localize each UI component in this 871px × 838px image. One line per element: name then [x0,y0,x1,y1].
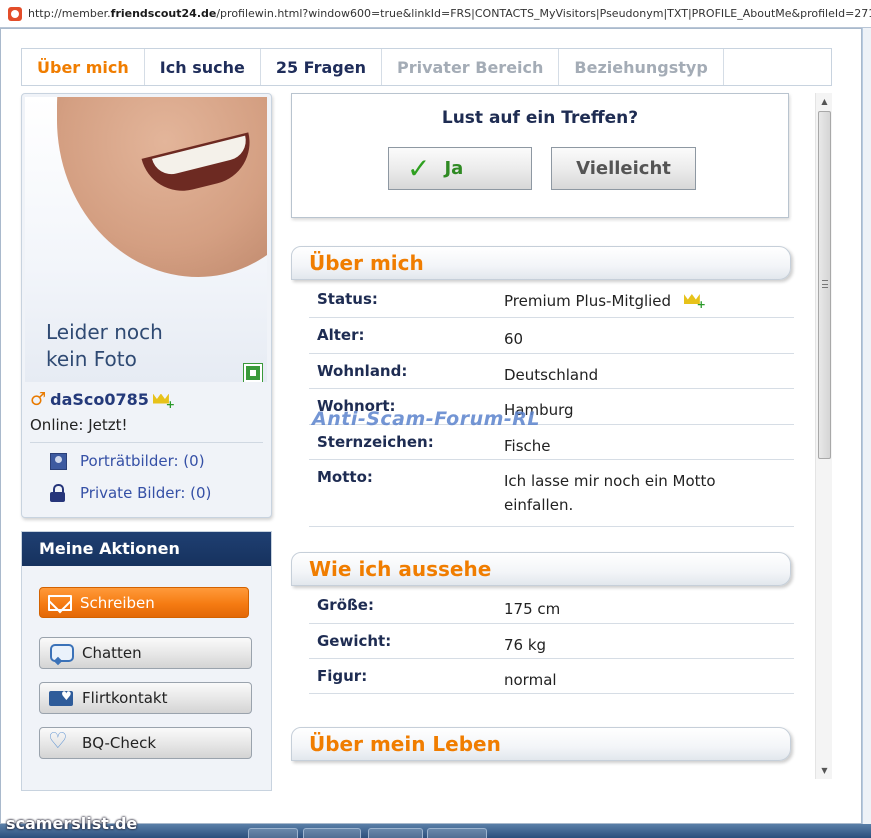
username-row: ♂ daSco0785 + [30,388,175,410]
section-about-life: Über mein Leben [291,727,791,761]
profile-tabs: Über mich Ich suche 25 Fragen Privater B… [21,48,832,86]
taskbar-item[interactable] [427,828,487,838]
profile-window: Über mich Ich suche 25 Fragen Privater B… [0,28,862,824]
table-row: Gewicht: 76 kg [309,624,794,659]
tab-beziehungstyp[interactable]: Beziehungstyp [559,49,724,85]
premium-crown-icon: + [683,292,706,310]
profile-card: Leider noch kein Foto ♂ daSco0785 + Onli… [21,93,272,518]
envelope-icon [48,594,72,611]
taskbar-item[interactable] [248,828,298,838]
tab-privater-bereich[interactable]: Privater Bereich [381,49,560,85]
heart-card-icon [48,688,74,708]
table-row: Alter: 60 [309,318,794,354]
maybe-button[interactable]: Vielleicht [551,147,696,190]
table-row: Motto: Ich lasse mir noch ein Motto einf… [309,460,794,527]
flirt-contact-button[interactable]: Flirtkontakt [39,682,252,714]
premium-crown-icon: + [152,392,175,410]
grip-icon [822,280,828,288]
table-row: Status: Premium Plus-Mitglied + [309,282,794,318]
scrollbar-thumb[interactable] [818,111,831,459]
my-actions-title: Meine Aktionen [22,532,271,566]
table-row: Figur: normal [309,659,794,694]
portrait-pictures-link[interactable]: Porträtbilder: (0) [50,452,205,470]
profile-placeholder-photo: Leider noch kein Foto [25,97,267,382]
tab-ueber-mich[interactable]: Über mich [22,49,145,85]
tab-ich-suche[interactable]: Ich suche [144,49,261,85]
smile-face-graphic [57,97,267,277]
table-row: Größe: 175 cm [309,588,794,624]
bq-check-button[interactable]: ♡ BQ-Check [39,727,252,759]
yes-button[interactable]: ✓ Ja [388,147,532,190]
chat-button[interactable]: Chatten [39,637,252,669]
url-text: http://member.friendscout24.de/profilewi… [28,7,871,20]
profile-divider [30,442,263,443]
write-button[interactable]: Schreiben [39,587,249,618]
site-favicon-icon [8,6,22,21]
scroll-up-icon[interactable]: ▲ [816,93,833,110]
taskbar-item[interactable] [303,828,361,838]
scroll-down-icon[interactable]: ▼ [816,762,833,779]
vertical-scrollbar[interactable]: ▲ ▼ [815,93,832,779]
lock-icon [50,484,65,502]
online-status: Online: Jetzt! [30,416,128,434]
address-bar[interactable]: http://member.friendscout24.de/profilewi… [0,0,871,28]
table-row: Wohnland: Deutschland [309,354,794,389]
online-status-icon [244,364,262,382]
section-about-me: Über mich [291,246,791,280]
tab-25-fragen[interactable]: 25 Fragen [260,49,382,85]
chat-bubble-icon [48,643,74,663]
private-pictures-link[interactable]: Private Bilder: (0) [50,484,211,502]
portrait-icon [50,452,67,470]
checkmark-icon: ✓ [407,152,431,185]
meet-title: Lust auf ein Treffen? [441,108,639,128]
my-actions-panel: Meine Aktionen Schreiben Chatten Flirtko… [21,531,272,791]
hearts-icon: ♡ [48,729,68,754]
footer-credit: scamerslist.de [6,814,138,833]
username[interactable]: daSco0785 [50,390,149,409]
window-edge [863,28,871,824]
male-gender-icon: ♂ [30,388,47,410]
no-photo-text: Leider noch kein Foto [46,320,163,371]
table-row: Sternzeichen: Fische [309,425,794,460]
meet-panel: Lust auf ein Treffen? ✓ Ja Vielleicht [291,93,789,218]
taskbar-item[interactable] [368,828,423,838]
table-row: Wohnort: Hamburg [309,389,794,425]
section-looks: Wie ich aussehe [291,552,791,586]
